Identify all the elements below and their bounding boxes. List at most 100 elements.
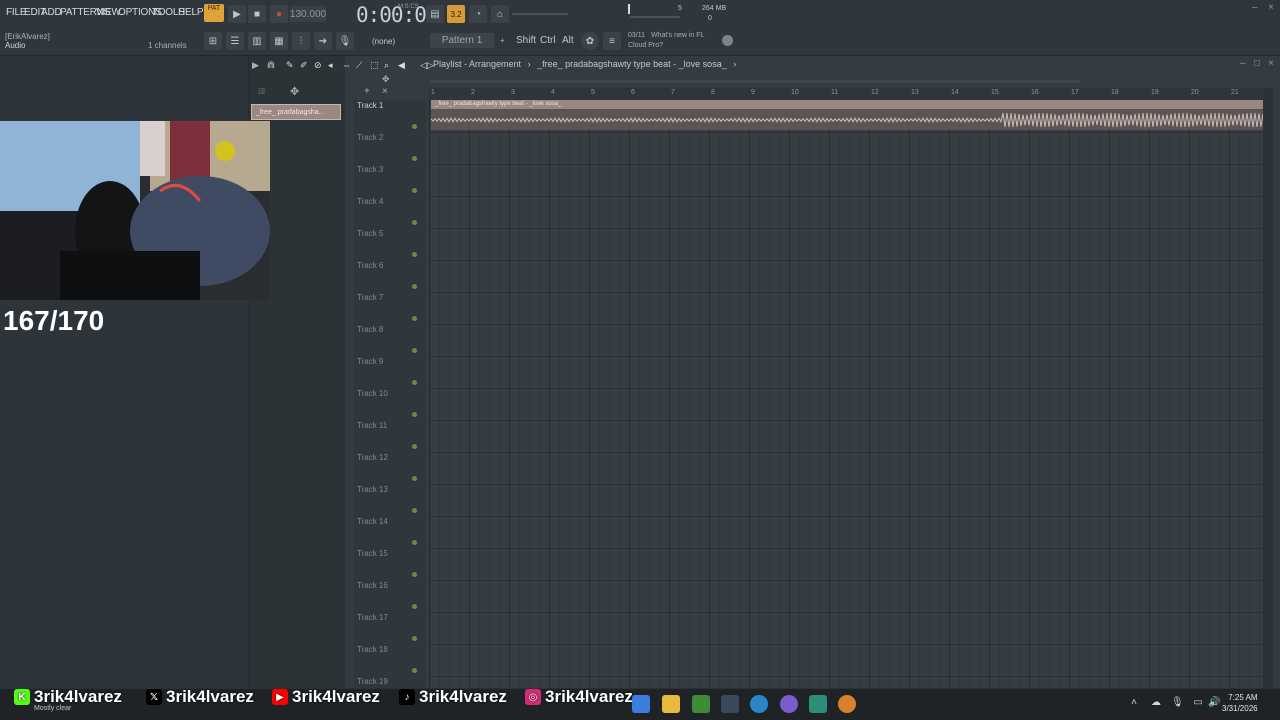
slip-tool-icon[interactable]: ⇔ bbox=[342, 60, 351, 70]
track-label[interactable]: Track 16 bbox=[357, 581, 388, 590]
piano-roll-icon[interactable]: ▥ bbox=[248, 32, 266, 50]
track-label[interactable]: Track 1 bbox=[357, 101, 383, 110]
play-button[interactable]: ▶ bbox=[228, 5, 246, 23]
microphone-icon[interactable]: 🎙 bbox=[336, 32, 354, 50]
gear-icon[interactable]: ✿ bbox=[581, 32, 599, 50]
shift-key-button[interactable]: Shift bbox=[516, 35, 536, 46]
track-label[interactable]: Track 14 bbox=[357, 517, 388, 526]
track-mute-led[interactable] bbox=[412, 412, 417, 417]
alt-key-button[interactable]: Alt bbox=[562, 35, 574, 46]
playlist-options-arrow-icon[interactable]: ▶ bbox=[252, 60, 259, 71]
track-mute-led[interactable] bbox=[412, 284, 417, 289]
breadcrumb-arrow-icon[interactable]: ◁▷ bbox=[420, 60, 434, 71]
track-mute-led[interactable] bbox=[412, 572, 417, 577]
track-label[interactable]: Track 11 bbox=[357, 421, 387, 430]
playlist-minimize-icon[interactable]: – bbox=[1240, 58, 1246, 69]
discord-app-icon[interactable] bbox=[780, 695, 798, 713]
step-edit-icon[interactable]: 3.2 bbox=[447, 5, 465, 23]
wait-input-icon[interactable]: ◔ bbox=[469, 5, 487, 23]
piano-icon[interactable]: ▥ bbox=[258, 86, 266, 95]
speaker-icon[interactable]: 🔊 bbox=[1208, 697, 1220, 709]
playlist-close-icon[interactable]: × bbox=[1268, 58, 1274, 69]
track-mute-led[interactable] bbox=[412, 220, 417, 225]
tray-overflow-icon[interactable]: ˄ bbox=[1128, 697, 1140, 709]
track-label[interactable]: Track 3 bbox=[357, 165, 383, 174]
track-label[interactable]: Track 5 bbox=[357, 229, 383, 238]
master-pitch-slider[interactable] bbox=[512, 13, 568, 15]
master-volume-slider[interactable] bbox=[630, 16, 680, 18]
minecraft-app-icon[interactable] bbox=[692, 695, 710, 713]
delete-tool-icon[interactable]: ⊘ bbox=[314, 60, 322, 71]
slice-tool-icon[interactable]: ⟋ bbox=[356, 60, 362, 71]
track-mute-led[interactable] bbox=[412, 636, 417, 641]
track-label[interactable]: Track 7 bbox=[357, 293, 383, 302]
news-panel[interactable]: 03/11 What's new in FL Cloud Pro? bbox=[628, 31, 704, 51]
ctrl-key-button[interactable]: Ctrl bbox=[540, 35, 556, 46]
close-track-icon[interactable]: × bbox=[382, 86, 388, 97]
record-button[interactable]: ● bbox=[270, 5, 288, 23]
mic-tray-icon[interactable]: 🎙 bbox=[1171, 697, 1184, 709]
track-mute-led[interactable] bbox=[412, 444, 417, 449]
track-mute-led[interactable] bbox=[412, 668, 417, 673]
volume-indicator[interactable] bbox=[628, 4, 630, 14]
track-label[interactable]: Track 9 bbox=[357, 357, 383, 366]
timeline-ruler[interactable]: 1 2 3 4 5 6 7 8 9 10 11 12 13 14 15 16 17 18 19 20 21 bbox=[429, 88, 1263, 100]
menu-help[interactable]: HELP bbox=[178, 7, 204, 18]
magnet-icon[interactable]: ⋒ bbox=[262, 56, 280, 74]
track-label[interactable]: Track 19 bbox=[357, 677, 388, 686]
help-globe-icon[interactable] bbox=[722, 35, 733, 46]
track-mute-led[interactable] bbox=[412, 476, 417, 481]
zoom-arrows-icon[interactable]: ✥ bbox=[382, 74, 390, 85]
track-mute-led[interactable] bbox=[412, 604, 417, 609]
zoom-tool-icon[interactable]: ⌕ bbox=[384, 60, 389, 71]
track-mute-led[interactable] bbox=[412, 316, 417, 321]
playlist-maximize-icon[interactable]: □ bbox=[1254, 58, 1260, 69]
stop-button[interactable]: ■ bbox=[248, 5, 266, 23]
tempo-display[interactable]: 130.000 bbox=[290, 6, 326, 22]
metronome-icon[interactable]: ⌂ bbox=[491, 5, 509, 23]
channel-rack-icon[interactable]: ▦ bbox=[270, 32, 288, 50]
chrome-app-icon[interactable] bbox=[632, 695, 650, 713]
add-pattern-icon[interactable]: + bbox=[500, 36, 505, 45]
track-mute-led[interactable] bbox=[412, 156, 417, 161]
track-label[interactable]: Track 2 bbox=[357, 133, 383, 142]
store-app-icon[interactable] bbox=[721, 695, 739, 713]
track-mute-led[interactable] bbox=[412, 252, 417, 257]
track-mute-led[interactable] bbox=[412, 508, 417, 513]
track-mute-led[interactable] bbox=[412, 188, 417, 193]
mixer-icon[interactable]: ⫶ bbox=[292, 32, 310, 50]
track-label[interactable]: Track 6 bbox=[357, 261, 383, 270]
menu-add[interactable]: ADD bbox=[41, 7, 62, 18]
track-label[interactable]: Track 8 bbox=[357, 325, 383, 334]
track-label[interactable]: Track 18 bbox=[357, 645, 388, 654]
close-window-icon[interactable]: × bbox=[1268, 2, 1274, 13]
edge-app-icon[interactable] bbox=[750, 695, 768, 713]
mute-tool-icon[interactable]: ◂ bbox=[328, 60, 333, 71]
track-mute-led[interactable] bbox=[412, 124, 417, 129]
typing-keyboard-icon[interactable]: ▤ bbox=[426, 5, 444, 23]
taskbar-clock[interactable]: 7:25 AM 3/31/2026 bbox=[1222, 692, 1258, 714]
track-mute-led[interactable] bbox=[412, 540, 417, 545]
track-label[interactable]: Track 4 bbox=[357, 197, 383, 206]
draw-tool-icon[interactable]: ✎ bbox=[286, 60, 294, 71]
file-explorer-icon[interactable] bbox=[662, 695, 680, 713]
arrangement-grid[interactable] bbox=[429, 100, 1263, 688]
snap-icon[interactable]: ⊞ bbox=[204, 32, 222, 50]
track-label[interactable]: Track 13 bbox=[357, 485, 388, 494]
track-mute-led[interactable] bbox=[412, 380, 417, 385]
track-label[interactable]: Track 17 bbox=[357, 613, 388, 622]
pat-song-toggle[interactable]: PAT bbox=[204, 4, 224, 22]
track-label[interactable]: Track 12 bbox=[357, 453, 388, 462]
playlist-icon[interactable]: ☰ bbox=[226, 32, 244, 50]
add-track-icon[interactable]: + bbox=[364, 86, 370, 97]
track-label[interactable]: Track 10 bbox=[357, 389, 388, 398]
vertical-scrollbar[interactable] bbox=[1263, 88, 1273, 688]
select-tool-icon[interactable]: ⬚ bbox=[370, 60, 379, 71]
cloud-icon[interactable]: ☁ bbox=[1150, 697, 1162, 709]
move-icon[interactable]: ✥ bbox=[290, 85, 299, 98]
minimize-window-icon[interactable]: – bbox=[1252, 2, 1258, 13]
playback-tool-icon[interactable]: ◀ bbox=[398, 60, 405, 71]
paint-tool-icon[interactable]: ✐ bbox=[300, 60, 308, 71]
news-list-icon[interactable]: ≡ bbox=[603, 32, 621, 50]
fl-studio-app-icon[interactable] bbox=[838, 695, 856, 713]
